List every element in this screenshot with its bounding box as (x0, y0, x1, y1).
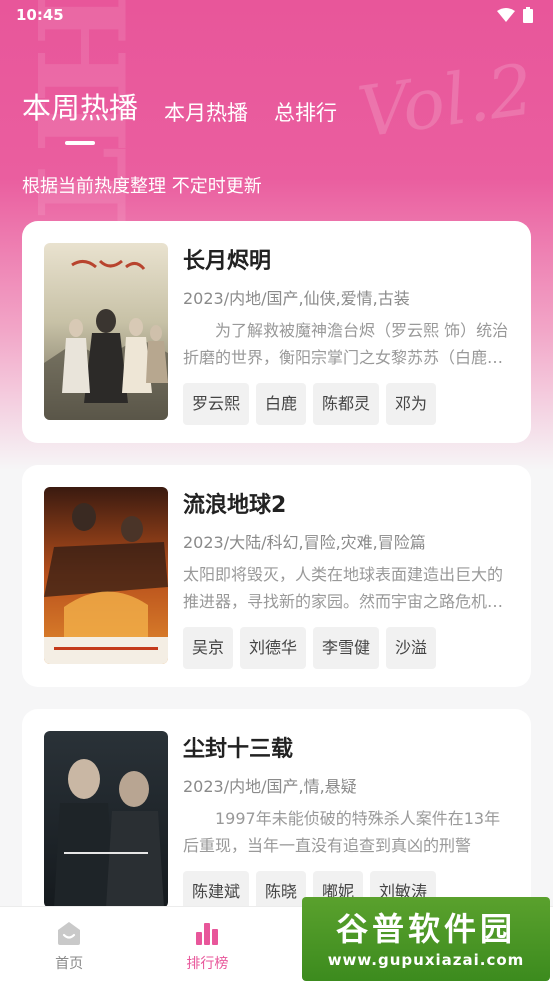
tab-overall[interactable]: 总排行 (274, 97, 337, 145)
cast-tag[interactable]: 陈都灵 (313, 383, 380, 425)
drama-description: 为了解救被魔神澹台烬（罗云熙 饰）统治折磨的世界，衡阳宗掌门之女黎苏苏（白鹿 饰… (183, 321, 509, 367)
status-time: 10:45 (16, 6, 64, 24)
watermark-title: 谷普软件园 (335, 910, 516, 948)
drama-meta: 2023/大陆/科幻,冒险,灾难,冒险篇 (183, 533, 426, 552)
background-decoration-script: Vol.2 (352, 48, 538, 154)
nav-home-label: 首页 (55, 955, 84, 972)
drama-title: 长月烬明 (183, 249, 272, 274)
ranking-icon (196, 922, 219, 945)
tab-monthly[interactable]: 本月热播 (164, 97, 248, 145)
ranking-subtitle: 根据当前热度整理 不定时更新 (22, 176, 262, 197)
nav-ranking-label: 排行榜 (186, 955, 229, 972)
status-bar: 10:45 (0, 0, 553, 30)
drama-poster (44, 731, 168, 908)
drama-card[interactable]: 流浪地球2 2023/大陆/科幻,冒险,灾难,冒险篇 太阳即将毁灭，人类在地球表… (22, 465, 531, 687)
drama-meta: 2023/内地/国产,情,悬疑 (183, 777, 357, 796)
nav-home[interactable]: 首页 (0, 907, 138, 984)
cast-tag[interactable]: 邓为 (386, 383, 437, 425)
drama-title: 流浪地球2 (183, 493, 287, 518)
drama-list: 长月烬明 2023/内地/国产,仙侠,爱情,古装 为了解救被魔神澹台烬（罗云熙 … (22, 221, 531, 953)
watermark-logo: 谷普软件园 www.gupuxiazai.com (302, 897, 550, 981)
cast-tags: 罗云熙 白鹿 陈都灵 邓为 (183, 383, 509, 425)
drama-poster (44, 487, 168, 664)
tab-weekly[interactable]: 本周热播 (22, 85, 138, 145)
cast-tag[interactable]: 刘德华 (240, 627, 307, 669)
drama-description: 太阳即将毁灭，人类在地球表面建造出巨大的推进器，寻找新的家园。然而宇宙之路危机四… (183, 565, 504, 611)
drama-description: 1997年未能侦破的特殊杀人案件在13年后重现，当年一直没有追查到真凶的刑警 (183, 809, 501, 855)
cast-tag[interactable]: 白鹿 (256, 383, 307, 425)
drama-meta: 2023/内地/国产,仙侠,爱情,古装 (183, 289, 410, 308)
ranking-tabs: 本周热播 本月热播 总排行 (22, 85, 337, 145)
status-icons (497, 7, 533, 23)
cast-tags: 吴京 刘德华 李雪健 沙溢 (183, 627, 509, 669)
drama-info: 尘封十三载 2023/内地/国产,情,悬疑 1997年未能侦破的特殊杀人案件在1… (183, 733, 509, 913)
cast-tag[interactable]: 沙溢 (386, 627, 437, 669)
watermark-url: www.gupuxiazai.com (327, 951, 525, 969)
cast-tag[interactable]: 罗云熙 (183, 383, 250, 425)
drama-info: 流浪地球2 2023/大陆/科幻,冒险,灾难,冒险篇 太阳即将毁灭，人类在地球表… (183, 489, 509, 669)
battery-icon (523, 7, 533, 23)
cast-tag[interactable]: 吴京 (183, 627, 234, 669)
cast-tag[interactable]: 李雪健 (313, 627, 380, 669)
drama-title: 尘封十三载 (183, 737, 294, 762)
drama-poster (44, 243, 168, 420)
nav-ranking[interactable]: 排行榜 (138, 907, 276, 984)
drama-card[interactable]: 长月烬明 2023/内地/国产,仙侠,爱情,古装 为了解救被魔神澹台烬（罗云熙 … (22, 221, 531, 443)
drama-info: 长月烬明 2023/内地/国产,仙侠,爱情,古装 为了解救被魔神澹台烬（罗云熙 … (183, 245, 509, 425)
home-icon (58, 921, 81, 945)
wifi-icon (497, 8, 515, 22)
